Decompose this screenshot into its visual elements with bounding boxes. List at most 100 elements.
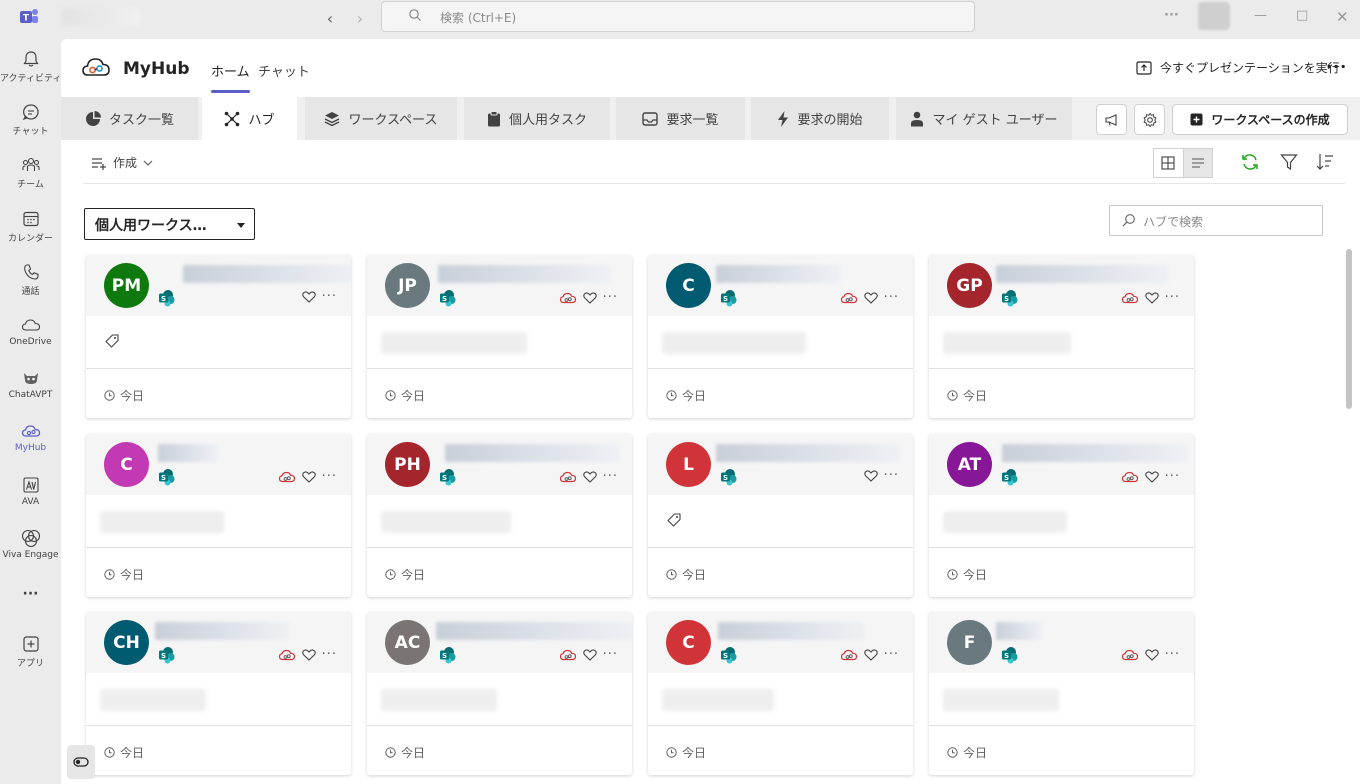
heart-icon[interactable]	[301, 291, 316, 303]
rail-item-teams[interactable]: チーム	[0, 155, 61, 190]
cloud-sync-icon[interactable]	[278, 648, 296, 662]
cloud-sync-icon[interactable]	[278, 470, 296, 484]
workspace-name[interactable]	[445, 444, 619, 462]
workspace-card[interactable]: C S ··· 今日	[648, 612, 913, 775]
workspace-card[interactable]: PM S ··· 今日	[86, 255, 351, 418]
heart-icon[interactable]	[582, 471, 597, 483]
workspace-name[interactable]	[1002, 444, 1188, 462]
rail-item-myhub[interactable]: MyHub	[0, 421, 61, 453]
workspace-card[interactable]: PH S ··· 今日	[367, 434, 632, 597]
workspace-card[interactable]: L S ··· 今日	[648, 434, 913, 597]
heart-icon[interactable]	[301, 649, 316, 661]
rail-item-calls[interactable]: 通話	[0, 262, 61, 297]
card-more-icon[interactable]: ···	[884, 291, 899, 304]
tab-personal-tasks[interactable]: 個人用タスク	[464, 97, 610, 140]
minimize-icon[interactable]: —	[1254, 8, 1267, 23]
refresh-icon[interactable]	[1240, 153, 1260, 171]
sharepoint-icon[interactable]: S	[439, 468, 457, 486]
card-more-icon[interactable]: ···	[1165, 470, 1180, 483]
avatar[interactable]	[1198, 2, 1230, 30]
tag-icon[interactable]	[667, 513, 681, 527]
card-more-icon[interactable]: ···	[884, 648, 899, 661]
workspace-name[interactable]	[155, 622, 289, 640]
workspace-name[interactable]	[183, 265, 351, 283]
tab-chat[interactable]: チャット	[258, 61, 310, 80]
card-more-icon[interactable]: ···	[322, 290, 337, 303]
heart-icon[interactable]	[582, 292, 597, 304]
grid-view-button[interactable]	[1153, 148, 1184, 178]
cloud-sync-icon[interactable]	[1121, 648, 1139, 662]
workspace-card[interactable]: GP S ··· 今日	[929, 255, 1194, 418]
sharepoint-icon[interactable]: S	[1001, 646, 1019, 664]
more-options-icon[interactable]: ···	[1326, 57, 1347, 76]
present-now-button[interactable]: 今すぐプレゼンテーションを実行	[1136, 59, 1340, 76]
rail-item-viva-engage[interactable]: Viva Engage	[0, 528, 61, 560]
cloud-sync-icon[interactable]	[840, 648, 858, 662]
sharepoint-icon[interactable]: S	[439, 646, 457, 664]
workspace-card[interactable]: F S ··· 今日	[929, 612, 1194, 775]
sharepoint-icon[interactable]: S	[158, 468, 176, 486]
heart-icon[interactable]	[863, 470, 878, 482]
sharepoint-icon[interactable]: S	[439, 289, 457, 307]
sharepoint-icon[interactable]: S	[158, 646, 176, 664]
sharepoint-icon[interactable]: S	[158, 289, 176, 307]
workspace-scope-dropdown[interactable]: 個人用ワークス…	[84, 208, 255, 240]
workspace-name[interactable]	[438, 265, 610, 283]
hub-search-input[interactable]: ハブで検索	[1109, 205, 1323, 236]
workspace-name[interactable]	[996, 265, 1168, 283]
workspace-card[interactable]: C S ··· 今日	[648, 255, 913, 418]
workspace-card[interactable]: JP S ··· 今日	[367, 255, 632, 418]
workspace-card[interactable]: AC S ··· 今日	[367, 612, 632, 775]
sharepoint-icon[interactable]: S	[720, 289, 738, 307]
card-more-icon[interactable]: ···	[322, 648, 337, 661]
sort-icon[interactable]	[1316, 153, 1334, 171]
card-more-icon[interactable]: ···	[322, 470, 337, 483]
tag-icon[interactable]	[105, 334, 119, 348]
create-workspace-button[interactable]: ワークスペースの作成	[1172, 104, 1348, 135]
cloud-sync-icon[interactable]	[1121, 291, 1139, 305]
back-icon[interactable]: ‹	[320, 9, 340, 29]
tab-request-list[interactable]: 要求一覧	[616, 97, 745, 140]
card-more-icon[interactable]: ···	[603, 470, 618, 483]
teams-logo-icon[interactable]: T	[18, 6, 40, 28]
card-more-icon[interactable]: ···	[884, 469, 899, 482]
card-more-icon[interactable]: ···	[1165, 291, 1180, 304]
cloud-sync-icon[interactable]	[1121, 470, 1139, 484]
maximize-icon[interactable]: □	[1296, 8, 1308, 23]
sharepoint-icon[interactable]: S	[720, 646, 738, 664]
cloud-sync-icon[interactable]	[559, 291, 577, 305]
workspace-card[interactable]: C S ··· 今日	[86, 434, 351, 597]
sharepoint-icon[interactable]: S	[720, 468, 738, 486]
vertical-scrollbar[interactable]	[1346, 249, 1352, 409]
tab-workspace[interactable]: ワークスペース	[305, 97, 457, 140]
workspace-name[interactable]	[716, 265, 840, 283]
heart-icon[interactable]	[863, 649, 878, 661]
heart-icon[interactable]	[1144, 649, 1159, 661]
announcement-button[interactable]	[1096, 104, 1127, 135]
close-icon[interactable]: ✕	[1336, 8, 1349, 26]
heart-icon[interactable]	[863, 292, 878, 304]
heart-icon[interactable]	[582, 649, 597, 661]
heart-icon[interactable]	[301, 471, 316, 483]
cloud-sync-icon[interactable]	[840, 291, 858, 305]
global-search-input[interactable]: 検索 (Ctrl+E)	[381, 1, 975, 32]
card-more-icon[interactable]: ···	[1165, 648, 1180, 661]
tab-task-list[interactable]: タスク一覧	[61, 97, 198, 140]
rail-item-onedrive[interactable]: OneDrive	[0, 315, 61, 347]
cloud-sync-icon[interactable]	[559, 648, 577, 662]
tab-my-guest-users[interactable]: マイ ゲスト ユーザー	[896, 97, 1072, 140]
forward-icon[interactable]: ›	[350, 9, 370, 29]
workspace-name[interactable]	[996, 622, 1042, 640]
settings-more-icon[interactable]: ···	[1164, 8, 1179, 23]
rail-item-chat[interactable]: チャット	[0, 102, 61, 137]
tab-hub[interactable]: ハブ	[202, 97, 297, 140]
rail-item-calendar[interactable]: カレンダー	[0, 209, 61, 244]
workspace-card[interactable]: AT S ··· 今日	[929, 434, 1194, 597]
rail-item-activity[interactable]: アクティビティ	[0, 49, 61, 84]
tab-start-request[interactable]: 要求の開始	[751, 97, 889, 140]
toggle-button[interactable]	[67, 745, 95, 779]
rail-item-apps[interactable]: アプリ	[0, 634, 61, 669]
workspace-name[interactable]	[158, 444, 218, 462]
settings-button[interactable]	[1134, 104, 1165, 135]
workspace-name[interactable]	[436, 622, 632, 640]
